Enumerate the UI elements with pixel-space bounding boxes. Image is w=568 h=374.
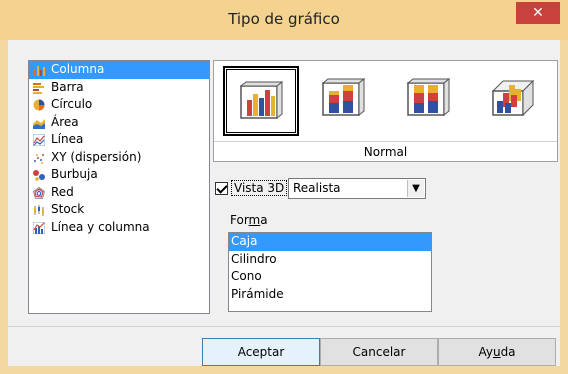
vista3d-checkbox[interactable] (215, 181, 228, 195)
chart-type-burbuja[interactable]: Burbuja (29, 166, 209, 184)
column-percent-stacked-3d-icon (406, 77, 450, 117)
shape-item-piramide[interactable]: Pirámide (229, 286, 431, 304)
title-bar: Tipo de gráfico ✕ (0, 0, 568, 40)
chart-type-list[interactable]: Columna Barra Círculo Área Línea XY (dis… (28, 60, 210, 314)
shape-item-caja[interactable]: Caja (229, 233, 431, 251)
variant-deep[interactable] (479, 67, 553, 135)
chart-type-label: Columna (51, 62, 105, 76)
chart-type-area[interactable]: Área (29, 114, 209, 132)
chart-variant-panel: Normal (213, 60, 558, 162)
column-deep-3d-icon (491, 79, 535, 117)
dialog-body: Columna Barra Círculo Área Línea XY (dis… (8, 40, 560, 366)
shape-list[interactable]: Caja Cilindro Cono Pirámide (228, 232, 432, 312)
line-column-chart-icon (33, 221, 45, 234)
column-chart-icon (34, 66, 45, 76)
variant-percent-stacked[interactable] (394, 67, 468, 135)
chart-type-label: Área (51, 114, 79, 129)
forma-label: Forma (230, 213, 268, 227)
variant-stacked[interactable] (309, 67, 383, 135)
chart-type-red[interactable]: Red (29, 184, 209, 202)
chart-type-linea[interactable]: Línea (29, 131, 209, 149)
variant-normal[interactable] (223, 66, 299, 136)
line-chart-icon (33, 134, 45, 146)
chart-type-label: XY (dispersión) (51, 149, 142, 164)
help-button[interactable]: Ayuda (438, 338, 556, 366)
variant-name-label: Normal (363, 145, 408, 159)
chart-type-dialog: Tipo de gráfico ✕ Columna Barra Círculo … (0, 0, 568, 374)
chevron-down-icon[interactable]: ▼ (407, 180, 424, 197)
scheme-value: Realista (293, 181, 341, 195)
chart-type-barra[interactable]: Barra (29, 79, 209, 97)
chart-type-xy-dispersion[interactable]: XY (dispersión) (29, 149, 209, 167)
close-button[interactable]: ✕ (516, 2, 560, 24)
chart-type-columna[interactable]: Columna (29, 61, 209, 79)
chart-type-label: Línea (51, 132, 84, 146)
scatter-chart-icon (34, 153, 44, 164)
chart-type-label: Círculo (51, 97, 93, 111)
column-stacked-3d-icon (321, 77, 365, 117)
dialog-title: Tipo de gráfico (228, 10, 340, 28)
chart-type-label: Barra (51, 79, 84, 94)
pie-chart-icon (33, 99, 45, 111)
chart-type-stock[interactable]: Stock (29, 201, 209, 219)
chart-type-label: Burbuja (51, 167, 98, 181)
stock-chart-icon (34, 205, 44, 216)
chart-type-circulo[interactable]: Círculo (29, 96, 209, 114)
scheme-dropdown[interactable]: Realista ▼ (288, 178, 426, 199)
bar-chart-icon (33, 82, 44, 94)
cancel-button[interactable]: Cancelar (320, 338, 438, 366)
chart-type-linea-y-columna[interactable]: Línea y columna (29, 219, 209, 237)
accept-button[interactable]: Aceptar (202, 338, 320, 366)
chart-type-label: Línea y columna (51, 219, 150, 234)
area-chart-icon (33, 118, 45, 129)
vista3d-toggle[interactable]: Vista 3D (215, 179, 288, 197)
column-normal-3d-icon (239, 80, 283, 120)
bubble-chart-icon (33, 170, 45, 181)
chart-type-label: Red (51, 184, 74, 199)
variant-separator (214, 141, 557, 142)
net-chart-icon (33, 186, 45, 199)
footer-separator (8, 326, 560, 327)
vista3d-label[interactable]: Vista 3D (231, 180, 288, 196)
shape-item-cilindro[interactable]: Cilindro (229, 251, 431, 269)
chart-type-label: Stock (51, 202, 85, 216)
shape-item-cono[interactable]: Cono (229, 268, 431, 286)
